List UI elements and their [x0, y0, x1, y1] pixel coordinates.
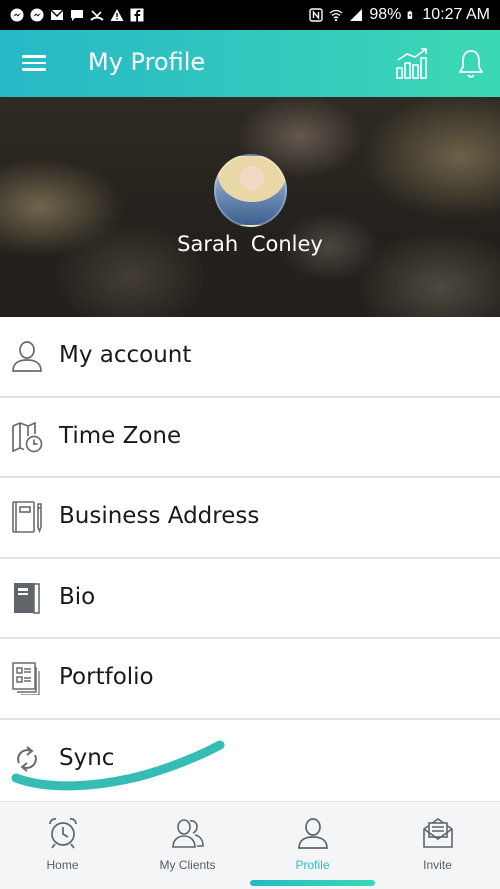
nav-label: Profile: [295, 858, 330, 872]
wifi-icon: [329, 9, 343, 22]
menu-item-label: Bio: [59, 583, 96, 610]
facebook-icon: [130, 8, 144, 22]
menu-item-bio[interactable]: Bio: [0, 558, 500, 639]
avatar[interactable]: [214, 154, 287, 227]
menu-item-portfolio[interactable]: Portfolio: [0, 639, 500, 720]
menu-item-business-address[interactable]: Business Address: [0, 478, 500, 559]
nav-label: Home: [46, 858, 79, 872]
profile-icon: [297, 818, 328, 849]
nav-invite[interactable]: Invite: [375, 802, 500, 889]
battery-icon: [408, 10, 413, 19]
menu-item-label: Time Zone: [59, 422, 182, 449]
stats-chart-icon[interactable]: [394, 46, 430, 80]
nfc-icon: [309, 8, 324, 22]
clients-icon: [171, 819, 204, 848]
menu-item-time-zone[interactable]: Time Zone: [0, 397, 500, 478]
sync-icon: [17, 745, 37, 772]
nav-my-clients[interactable]: My Clients: [125, 802, 250, 889]
envelope-icon: [422, 818, 453, 848]
missed-call-icon: [90, 10, 104, 21]
page-title: My Profile: [88, 48, 206, 76]
status-left-icons: [10, 8, 144, 22]
active-tab-indicator: [250, 880, 375, 886]
nav-home[interactable]: Home: [0, 802, 125, 889]
clock: 10:27 AM: [422, 6, 490, 23]
menu-item-my-account[interactable]: My account: [0, 317, 500, 398]
warning-icon: [110, 9, 124, 21]
signal-icon: [350, 9, 363, 21]
status-right-icons: 98% 10:27 AM: [309, 6, 490, 24]
mail-icon: [50, 9, 64, 20]
menu-icon[interactable]: [22, 51, 46, 75]
notebook-pen-icon: [12, 501, 42, 534]
book-icon: [14, 582, 40, 614]
menu-item-label: Portfolio: [59, 664, 154, 690]
profile-menu: My account Time Zone Business Address Bi…: [0, 317, 500, 800]
map-clock-icon: [12, 421, 43, 452]
menu-item-label: My account: [59, 342, 192, 368]
chat-icon: [71, 10, 83, 21]
bell-icon[interactable]: [456, 48, 486, 80]
bottom-nav: Home My Clients Profile Invite: [0, 801, 500, 889]
nav-label: My Clients: [159, 858, 216, 872]
status-bar: 98% 10:27 AM: [0, 0, 500, 30]
messenger-icon: [30, 8, 44, 22]
messenger-icon: [10, 8, 24, 22]
nav-label: Invite: [423, 858, 452, 872]
menu-item-label: Business Address: [59, 503, 260, 529]
menu-item-label: Sync: [59, 744, 115, 771]
user-icon: [12, 341, 42, 372]
profile-header-background: [0, 97, 500, 317]
alarm-clock-icon: [48, 818, 77, 849]
app-bar: My Profile: [0, 30, 500, 97]
profile-name: Sarah Conley: [177, 232, 323, 256]
battery-percent: 98%: [369, 6, 402, 23]
portfolio-icon: [12, 662, 40, 695]
menu-item-sync[interactable]: Sync: [0, 719, 500, 800]
nav-profile[interactable]: Profile: [250, 802, 375, 889]
